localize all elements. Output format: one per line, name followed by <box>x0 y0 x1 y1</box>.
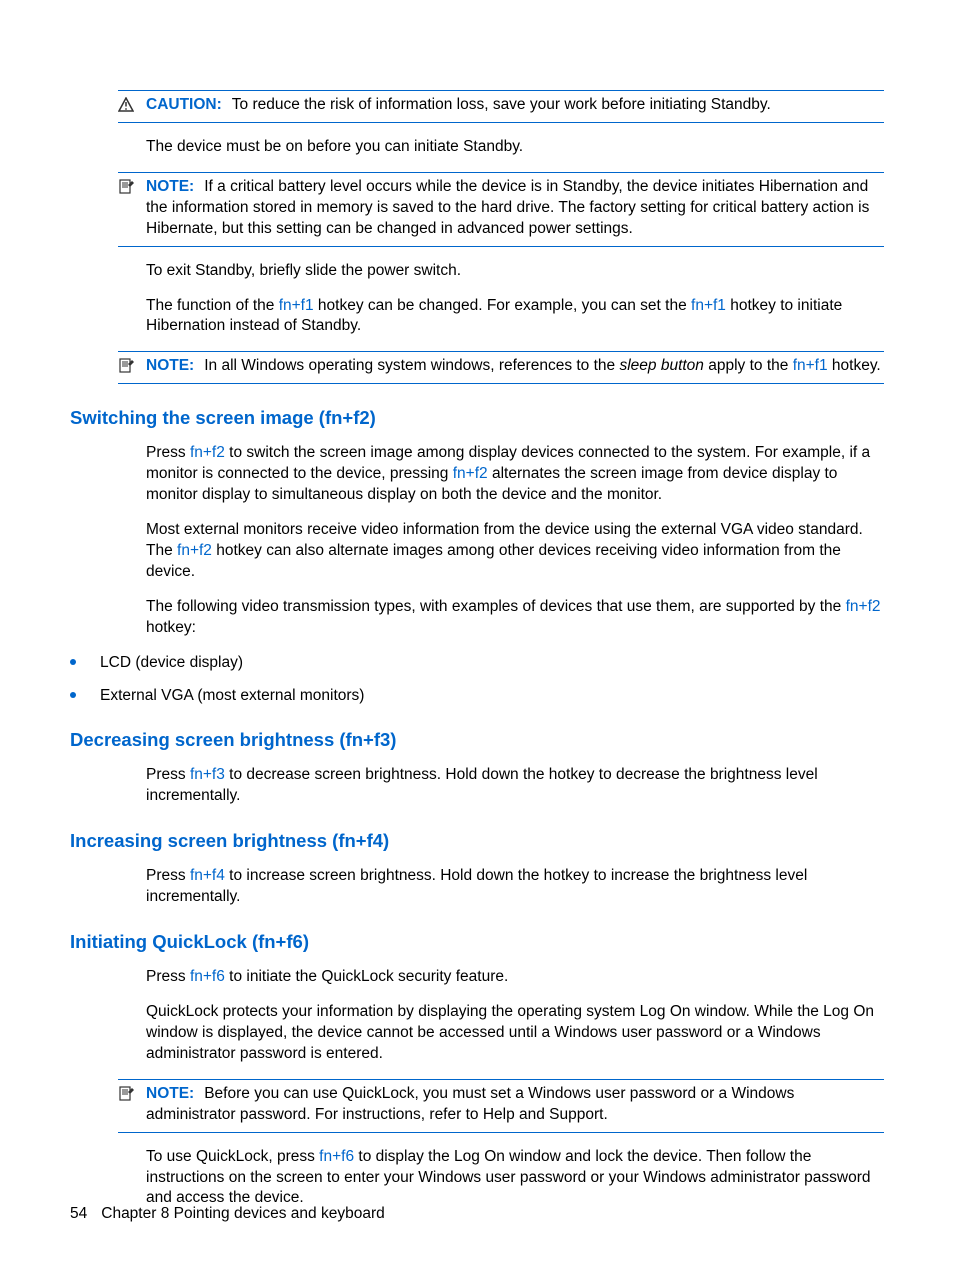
bullet-list: LCD (device display) External VGA (most … <box>70 653 884 707</box>
text: The following video transmission types, … <box>146 598 846 615</box>
text: hotkey can be changed. For example, you … <box>314 297 691 314</box>
text: to increase screen brightness. Hold down… <box>146 867 807 905</box>
document-page: CAUTION:To reduce the risk of informatio… <box>0 0 954 1283</box>
paragraph: QuickLock protects your information by d… <box>70 1002 884 1065</box>
note-callout: NOTE:Before you can use QuickLock, you m… <box>118 1079 884 1133</box>
note-icon <box>118 356 146 377</box>
hotkey: fn+f2 <box>177 542 212 559</box>
heading-switching-image: Switching the screen image (fn+f2) <box>70 406 884 431</box>
paragraph: Most external monitors receive video inf… <box>70 520 884 583</box>
hotkey: fn+f1 <box>691 297 726 314</box>
hotkey: fn+f1 <box>793 357 828 374</box>
paragraph: To use QuickLock, press fn+f6 to display… <box>70 1147 884 1210</box>
paragraph: Press fn+f2 to switch the screen image a… <box>70 443 884 506</box>
list-item: LCD (device display) <box>70 653 884 674</box>
paragraph: The device must be on before you can ini… <box>70 137 884 158</box>
text: hotkey. <box>828 357 881 374</box>
paragraph: Press fn+f3 to decrease screen brightnes… <box>70 765 884 807</box>
note-icon <box>118 177 146 240</box>
hotkey: fn+f6 <box>190 968 225 985</box>
hotkey: fn+f3 <box>190 766 225 783</box>
paragraph: Press fn+f4 to increase screen brightnes… <box>70 866 884 908</box>
note-label: NOTE: <box>146 357 204 374</box>
hotkey: fn+f2 <box>453 465 488 482</box>
text: To use QuickLock, press <box>146 1148 319 1165</box>
note-body: NOTE:If a critical battery level occurs … <box>146 177 884 240</box>
text: to initiate the QuickLock security featu… <box>225 968 508 985</box>
note-icon <box>118 1084 146 1126</box>
text: In all Windows operating system windows,… <box>204 357 619 374</box>
chapter-title: Chapter 8 Pointing devices and keyboard <box>101 1205 385 1222</box>
paragraph: The function of the fn+f1 hotkey can be … <box>70 296 884 338</box>
caution-label: CAUTION: <box>146 96 232 113</box>
note-label: NOTE: <box>146 178 204 195</box>
note-callout: NOTE:If a critical battery level occurs … <box>118 172 884 247</box>
page-footer: 54Chapter 8 Pointing devices and keyboar… <box>70 1204 385 1225</box>
hotkey: fn+f2 <box>190 444 225 461</box>
text: to decrease screen brightness. Hold down… <box>146 766 818 804</box>
note-body: NOTE:In all Windows operating system win… <box>146 356 884 377</box>
note-callout: NOTE:In all Windows operating system win… <box>118 351 884 384</box>
paragraph: The following video transmission types, … <box>70 597 884 639</box>
caution-body: CAUTION:To reduce the risk of informatio… <box>146 95 884 116</box>
text: Press <box>146 867 190 884</box>
caution-callout: CAUTION:To reduce the risk of informatio… <box>118 90 884 123</box>
text: hotkey: <box>146 619 196 636</box>
hotkey: fn+f6 <box>319 1148 354 1165</box>
note-label: NOTE: <box>146 1085 204 1102</box>
text: Press <box>146 444 190 461</box>
heading-decreasing-brightness: Decreasing screen brightness (fn+f3) <box>70 728 884 753</box>
page-number: 54 <box>70 1205 101 1222</box>
text: The function of the <box>146 297 279 314</box>
note-text: Before you can use QuickLock, you must s… <box>146 1085 794 1123</box>
caution-icon <box>118 95 146 116</box>
note-text: If a critical battery level occurs while… <box>146 178 869 237</box>
text: hotkey can also alternate images among o… <box>146 542 841 580</box>
note-body: NOTE:Before you can use QuickLock, you m… <box>146 1084 884 1126</box>
heading-quicklock: Initiating QuickLock (fn+f6) <box>70 930 884 955</box>
text: Press <box>146 968 190 985</box>
heading-increasing-brightness: Increasing screen brightness (fn+f4) <box>70 829 884 854</box>
paragraph: Press fn+f6 to initiate the QuickLock se… <box>70 967 884 988</box>
list-item: External VGA (most external monitors) <box>70 686 884 707</box>
text: apply to the <box>704 357 793 374</box>
paragraph: To exit Standby, briefly slide the power… <box>70 261 884 282</box>
emphasis: sleep button <box>619 357 703 374</box>
hotkey: fn+f1 <box>279 297 314 314</box>
caution-text: To reduce the risk of information loss, … <box>232 96 771 113</box>
hotkey: fn+f2 <box>846 598 881 615</box>
text: Press <box>146 766 190 783</box>
hotkey: fn+f4 <box>190 867 225 884</box>
